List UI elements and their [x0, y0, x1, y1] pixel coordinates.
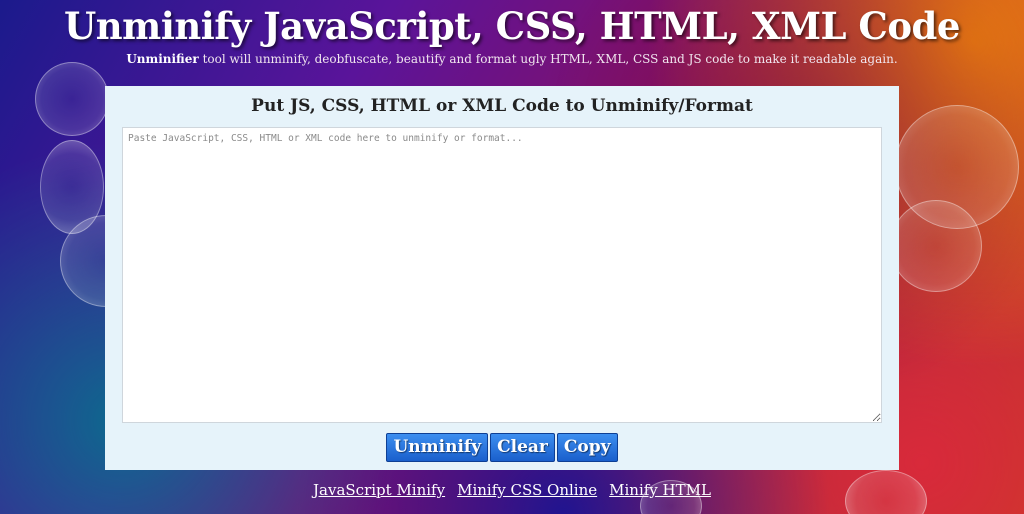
javascript-minify-link[interactable]: JavaScript Minify [313, 481, 445, 499]
unminify-button[interactable]: Unminify [386, 433, 489, 462]
copy-button[interactable]: Copy [556, 433, 618, 462]
minify-html-link[interactable]: Minify HTML [609, 481, 711, 499]
action-buttons: Unminify Clear Copy [105, 433, 899, 462]
unminify-panel: Put JS, CSS, HTML or XML Code to Unminif… [105, 86, 899, 470]
background-bubble [890, 200, 982, 292]
page-subtitle: Unminifier tool will unminify, deobfusca… [0, 52, 1024, 66]
subtitle-text: tool will unminify, deobfuscate, beautif… [198, 52, 898, 66]
background-bubble [35, 62, 109, 136]
panel-title: Put JS, CSS, HTML or XML Code to Unminif… [251, 96, 753, 116]
subtitle-brand: Unminifier [126, 52, 199, 66]
footer-links: JavaScript Minify Minify CSS Online Mini… [0, 481, 1024, 499]
code-input[interactable] [122, 127, 882, 423]
minify-css-link[interactable]: Minify CSS Online [457, 481, 597, 499]
page-title: Unminify JavaScript, CSS, HTML, XML Code [64, 4, 960, 48]
clear-button[interactable]: Clear [490, 433, 555, 462]
